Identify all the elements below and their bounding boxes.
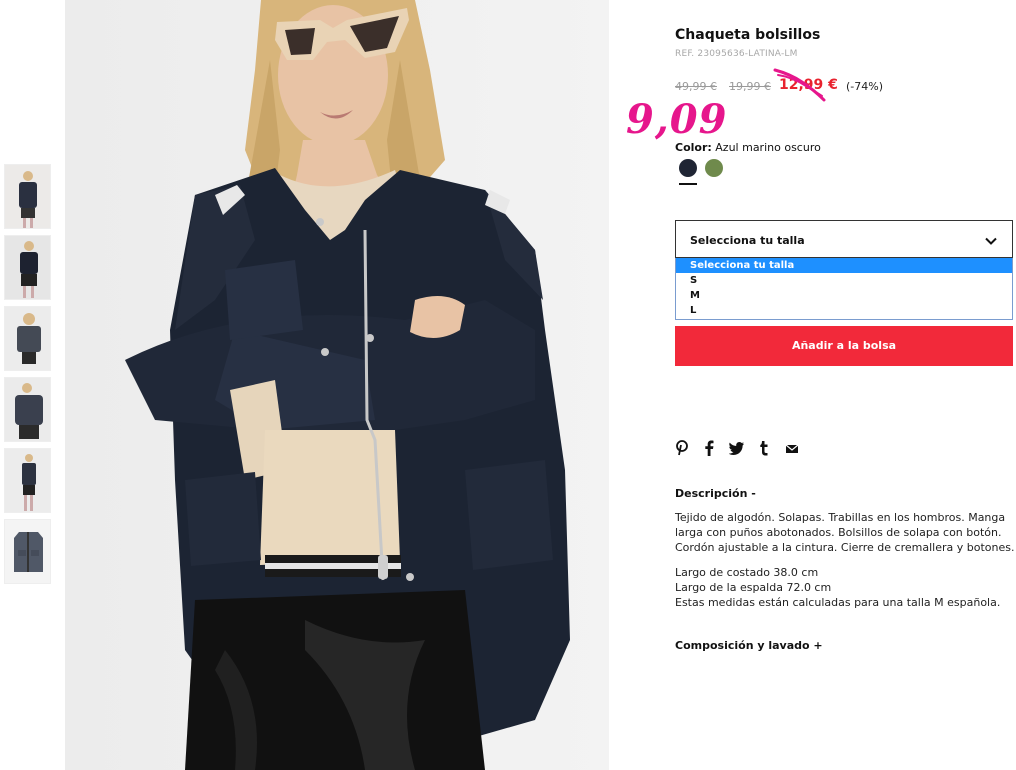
discount-badge: (-74%)	[846, 80, 884, 93]
twitter-icon[interactable]	[728, 440, 745, 460]
thumbnail-1[interactable]	[4, 164, 51, 229]
size-option-placeholder[interactable]: Selecciona tu talla	[676, 258, 1012, 273]
description-line: Cordón ajustable a la cintura. Cierre de…	[675, 541, 1015, 554]
size-select[interactable]: Selecciona tu talla	[675, 220, 1013, 258]
product-title: Chaqueta bolsillos	[675, 27, 821, 43]
pinterest-icon[interactable]	[675, 440, 689, 460]
previous-price: 19,99 €	[729, 80, 771, 93]
color-swatch-khaki[interactable]	[705, 159, 723, 177]
description-paragraph: Tejido de algodón. Solapas. Trabillas en…	[675, 510, 1015, 555]
size-option-s[interactable]: S	[676, 273, 1012, 288]
thumbnail-6[interactable]	[4, 519, 51, 584]
email-icon[interactable]	[785, 440, 799, 460]
size-option-m[interactable]: M	[676, 288, 1012, 303]
size-option-l[interactable]: L	[676, 303, 1012, 318]
facebook-icon[interactable]	[704, 440, 714, 460]
description-line: larga con puños abotonados. Bolsillos de…	[675, 526, 1002, 539]
chevron-down-icon	[984, 233, 998, 252]
thumbnail-2[interactable]	[4, 235, 51, 300]
size-select-value: Selecciona tu talla	[690, 234, 805, 247]
original-price: 49,99 €	[675, 80, 717, 93]
measurement-line: Estas medidas están calculadas para una …	[675, 596, 1001, 609]
price-row: 49,99 € 19,99 € 12,99 € (-74%)	[675, 77, 1015, 97]
measurement-line: Largo de la espalda 72.0 cm	[675, 581, 832, 594]
tumblr-icon[interactable]	[759, 440, 769, 460]
price-scribble-mark	[772, 66, 828, 110]
product-main-image[interactable]	[65, 0, 609, 770]
handwritten-price: 9,09	[626, 96, 728, 143]
size-options-list: Selecciona tu talla S M L	[675, 258, 1013, 320]
measurements-paragraph: Largo de costado 38.0 cm Largo de la esp…	[675, 565, 1015, 610]
add-to-bag-button[interactable]: Añadir a la bolsa	[675, 326, 1013, 366]
thumbnail-gallery	[4, 164, 52, 590]
color-value: Azul marino oscuro	[715, 141, 821, 154]
thumbnail-3[interactable]	[4, 306, 51, 371]
description-body: Tejido de algodón. Solapas. Trabillas en…	[675, 510, 1015, 620]
measurement-line: Largo de costado 38.0 cm	[675, 566, 819, 579]
thumbnail-4[interactable]	[4, 377, 51, 442]
description-toggle[interactable]: Descripción -	[675, 487, 756, 500]
selected-swatch-indicator	[679, 183, 697, 185]
thumbnail-5[interactable]	[4, 448, 51, 513]
composition-toggle[interactable]: Composición y lavado +	[675, 639, 823, 652]
color-swatch-navy[interactable]	[679, 159, 697, 177]
description-line: Tejido de algodón. Solapas. Trabillas en…	[675, 511, 1006, 524]
product-reference: REF. 23095636-LATINA-LM	[675, 49, 798, 59]
